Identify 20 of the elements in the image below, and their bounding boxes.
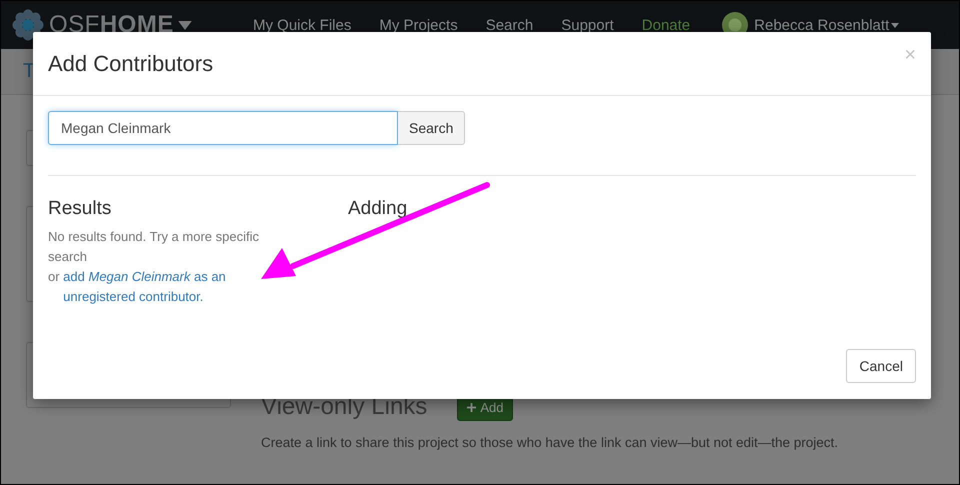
nav-link[interactable]: Donate: [628, 16, 704, 34]
section-description: Create a link to share this project so those who have the link can view—but not edit—the project.: [261, 435, 838, 450]
nav-link[interactable]: My Projects: [365, 16, 472, 34]
caret-icon[interactable]: [891, 22, 900, 28]
search-button[interactable]: Search: [398, 111, 466, 145]
cancel-button[interactable]: Cancel: [846, 349, 916, 383]
nav-link[interactable]: Search: [472, 16, 548, 34]
user-menu[interactable]: Rebecca Rosenblatt: [748, 16, 892, 34]
arrow-icon: [261, 182, 490, 279]
dialog-title: Add Contributors: [48, 50, 214, 76]
caret-icon[interactable]: [178, 20, 192, 30]
add-unregistered-link[interactable]: add Megan Cleinmark as an unregistered contributor.: [63, 267, 254, 307]
section-title: View-only Links: [261, 393, 428, 421]
results-heading: Results: [48, 198, 112, 220]
adding-heading: Adding: [348, 198, 408, 219]
nav-link[interactable]: My Quick Files: [239, 16, 366, 34]
search-field[interactable]: Megan Cleinmark: [48, 111, 398, 145]
plus-icon: [467, 402, 476, 412]
add-unregistered-text: or add Megan Cleinmark as an unregistered contributor.: [48, 267, 298, 307]
nav-link[interactable]: Support: [547, 16, 628, 34]
